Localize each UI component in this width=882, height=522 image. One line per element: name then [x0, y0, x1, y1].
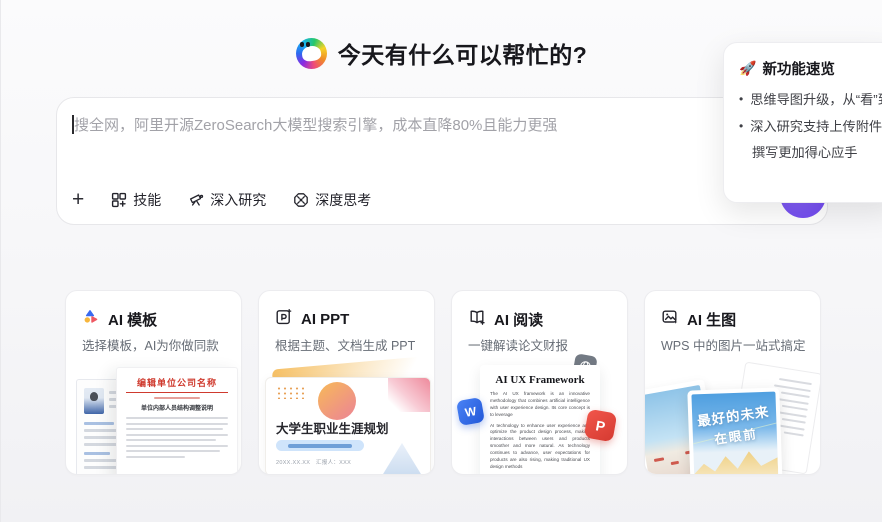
whats-new-panel: 🚀 新功能速览 思维导图升级，从“看”到 深入研究支持上传附件， 撰写更加得心应…	[723, 42, 882, 203]
image-gen-thumbnail: 最好的未来 在眼前	[645, 355, 820, 474]
composer-box: + 技能	[56, 97, 828, 225]
image-sparkle-icon	[661, 308, 679, 331]
slide-front: 大学生职业生涯规划 20XX.XX.XX 汇报人：XXX	[265, 377, 431, 475]
card-title: AI PPT	[301, 311, 349, 328]
document-subtitle: 单位内部人员结构调整说明	[126, 403, 228, 412]
card-title: AI 阅读	[494, 309, 543, 330]
card-header: AI PPT	[275, 308, 349, 331]
ppt-plus-icon	[275, 308, 293, 331]
card-ai-template[interactable]: AI 模板 选择模板，AI为你做同款 编辑单位公司名称 单位内部	[65, 290, 242, 475]
templates-icon	[82, 308, 100, 331]
deep-think-label: 深度思考	[315, 190, 371, 210]
card-header: AI 模板	[82, 308, 157, 331]
paper-paragraph: The AI UX framework is an innovative met…	[490, 391, 590, 419]
skills-label: 技能	[133, 190, 161, 210]
card-header: AI 生图	[661, 308, 736, 331]
paper-title: AI UX Framework	[490, 374, 590, 386]
card-title: AI 模板	[108, 309, 157, 330]
deep-research-label: 深入研究	[210, 190, 266, 210]
plus-icon: +	[72, 189, 84, 210]
paper-paragraph: AI technology to enhance user experience…	[490, 423, 590, 471]
card-subtitle: WPS 中的图片一站式搞定	[661, 335, 805, 354]
ppt-thumbnail: 大学生职业生涯规划 20XX.XX.XX 汇报人：XXX	[259, 355, 434, 474]
rocket-icon: 🚀	[739, 60, 756, 77]
card-ai-reading[interactable]: AI 阅读 一键解读论文财报 AI UX Framework The AI UX…	[451, 290, 628, 475]
card-title: AI 生图	[687, 309, 736, 330]
image-caption: 最好的未来 在眼前	[691, 399, 778, 450]
deep-research-button[interactable]: 深入研究	[188, 190, 266, 210]
slide-title: 大学生职业生涯规划	[276, 418, 389, 437]
card-ai-ppt[interactable]: AI PPT 根据主题、文档生成 PPT 大学生职业生涯规划 20XX.XX.X…	[258, 290, 435, 475]
composer-toolbar: + 技能	[72, 189, 371, 210]
document-preview: 编辑单位公司名称 单位内部人员结构调整说明	[116, 367, 238, 475]
page-title: 今天有什么可以帮忙的?	[338, 36, 588, 70]
whats-new-item: 思维导图升级，从“看”到	[739, 90, 882, 110]
telescope-icon	[188, 192, 204, 208]
skills-grid-icon	[111, 192, 127, 208]
assistant-logo-icon	[296, 38, 327, 69]
whats-new-item: 深入研究支持上传附件，	[739, 117, 882, 137]
whats-new-header: 🚀 新功能速览	[739, 58, 882, 79]
generated-image-preview: 最好的未来 在眼前	[687, 387, 782, 475]
slide-footer: 20XX.XX.XX 汇报人：XXX	[276, 458, 351, 466]
whats-new-list: 思维导图升级，从“看”到 深入研究支持上传附件， 撰写更加得心应手	[739, 90, 882, 161]
book-plus-icon	[468, 308, 486, 331]
deep-think-button[interactable]: 深度思考	[293, 190, 371, 210]
card-subtitle: 根据主题、文档生成 PPT	[275, 335, 415, 354]
template-thumbnail: 编辑单位公司名称 单位内部人员结构调整说明	[66, 355, 241, 474]
pdf-app-icon: P	[584, 409, 618, 443]
prompt-input[interactable]	[57, 98, 827, 176]
resume-photo	[84, 388, 104, 414]
slide-badge	[276, 440, 364, 451]
attach-button[interactable]: +	[72, 189, 84, 210]
whats-new-item-continued: 撰写更加得心应手	[752, 145, 882, 161]
card-header: AI 阅读	[468, 308, 543, 331]
whats-new-title: 新功能速览	[762, 58, 835, 79]
card-subtitle: 选择模板，AI为你做同款	[82, 335, 219, 354]
document-title: 编辑单位公司名称	[126, 376, 228, 389]
skills-button[interactable]: 技能	[111, 190, 161, 210]
word-app-icon: W	[456, 397, 485, 426]
card-ai-image[interactable]: AI 生图 WPS 中的图片一站式搞定	[644, 290, 821, 475]
paper-preview: AI UX Framework The AI UX framework is a…	[480, 365, 600, 475]
text-caret	[72, 115, 74, 134]
atom-icon	[293, 192, 309, 208]
reading-thumbnail: AI UX Framework The AI UX framework is a…	[452, 355, 627, 474]
card-subtitle: 一键解读论文财报	[468, 335, 568, 354]
app: 今天有什么可以帮忙的? + 技能	[0, 0, 882, 522]
